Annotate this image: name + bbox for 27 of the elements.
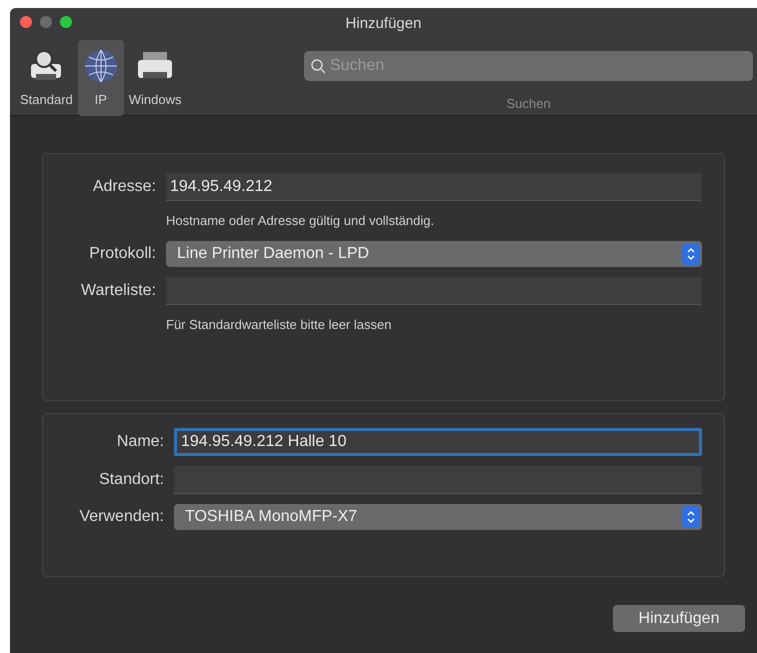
add-button[interactable]: Hinzufügen [613,605,745,632]
toolbar-tab[interactable]: Standard [15,40,78,116]
search-icon [310,58,326,74]
field-label: Protokoll: [88,244,157,264]
field-label: Standort: [98,470,165,490]
search-label: Suchen [506,95,551,113]
text-field[interactable] [166,276,702,304]
field-label: Name: [116,432,165,452]
hint-text: Hostname oder Adresse gültig und vollständig. [166,212,434,230]
field-label: Verwenden: [78,507,165,527]
toolbar-tab[interactable]: IP [78,40,124,116]
field-label: Adresse: [92,177,157,197]
popup-menu[interactable]: Line Printer Daemon - LPD [166,240,702,266]
field-label: Warteliste: [80,280,157,300]
minimize-button[interactable] [40,16,52,28]
globe-icon [82,48,119,84]
toolbar-tab[interactable]: Windows [124,40,187,116]
hint-text: Für Standardwarteliste bitte leer lassen [166,316,392,334]
stepper-arrows-icon [682,242,700,264]
text-field[interactable]: 194.95.49.212 Halle 10 [174,428,702,456]
popup-menu[interactable]: TOSHIBA MonoMFP-X7 [174,504,702,530]
close-button[interactable] [20,16,32,28]
stepper-arrows-icon [682,506,700,528]
zoom-button[interactable] [60,16,72,28]
text-field[interactable]: 194.95.49.212 [166,173,702,201]
window-title: Hinzufügen [346,14,422,34]
text-field[interactable] [174,466,702,494]
